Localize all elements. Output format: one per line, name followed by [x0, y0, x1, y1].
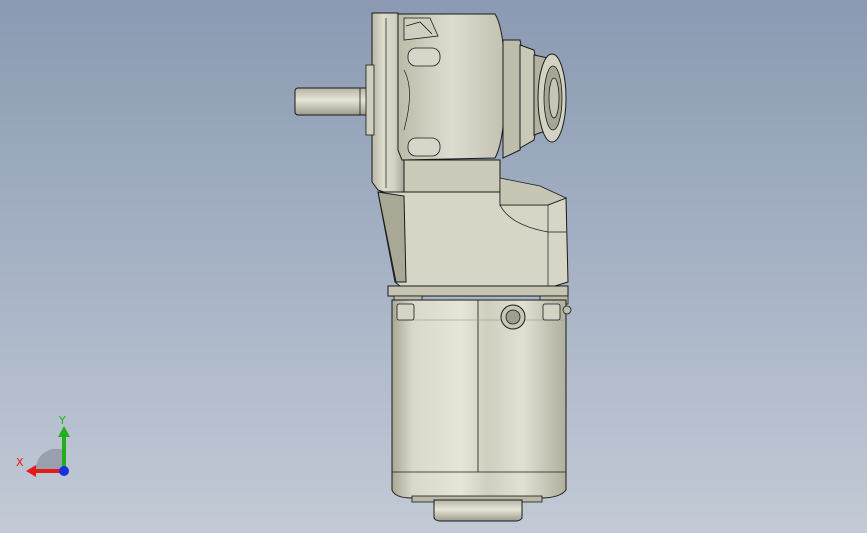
x-axis-head [26, 465, 36, 477]
motor-body[interactable] [391, 299, 572, 499]
motor-end-cap[interactable] [411, 495, 543, 522]
output-shaft[interactable] [294, 87, 370, 116]
gearmotor-model[interactable] [0, 0, 867, 533]
right-angle-gearbox[interactable] [377, 177, 569, 287]
y-axis-label: Y [59, 414, 66, 427]
z-axis-dot [59, 466, 69, 476]
axis-triad [26, 426, 70, 477]
x-axis-label: X [16, 456, 24, 469]
rear-end-cap[interactable] [502, 39, 567, 159]
gear-housing[interactable] [397, 13, 506, 197]
graphics-viewport[interactable]: X Y [0, 0, 867, 533]
y-axis-head [58, 426, 70, 437]
